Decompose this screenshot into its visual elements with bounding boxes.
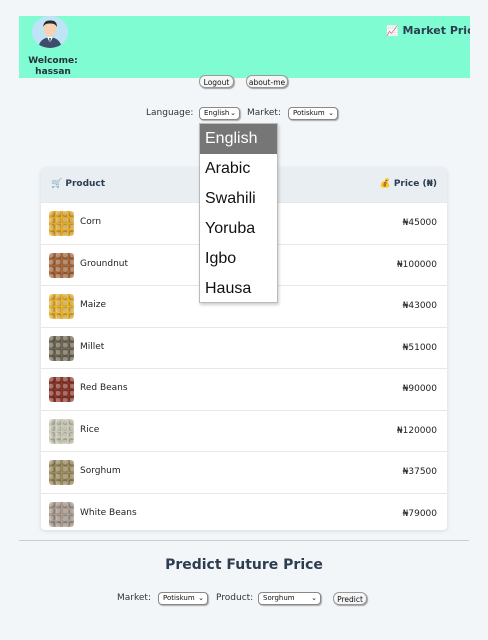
header-bar: Welcome: hassan 📈Market Price	[19, 16, 470, 78]
product-name: Maize	[80, 300, 107, 310]
product-image-icon	[49, 211, 74, 236]
product-price: ₦43000	[402, 301, 437, 311]
product-image-icon	[49, 252, 74, 278]
chevron-down-icon: ⌄	[328, 109, 334, 117]
product-column-header: 🛒 Product	[51, 179, 105, 189]
product-name: Groundnut	[80, 258, 129, 269]
chevron-down-icon: ⌄	[311, 594, 317, 602]
product-image-icon	[49, 460, 74, 485]
language-select-value: English	[204, 109, 230, 117]
language-select[interactable]: English ⌄	[199, 107, 240, 120]
predict-product-label: Product:	[216, 593, 254, 603]
product-price: ₦37500	[402, 467, 437, 477]
language-option-hausa[interactable]: Hausa	[200, 274, 277, 304]
predict-title: Predict Future Price	[165, 557, 323, 573]
product-price: ₦120000	[396, 425, 437, 436]
user-avatar-icon	[32, 16, 68, 48]
page-title-text: Market Price	[402, 24, 470, 37]
predict-market-select[interactable]: Potiskum ⌄	[158, 592, 208, 605]
table-row: Sorghum ₦37500	[41, 451, 447, 492]
product-header-label: Product	[65, 179, 106, 189]
logout-button[interactable]: Logout	[199, 75, 234, 88]
money-bag-icon: 💰	[379, 179, 391, 189]
table-row: Red Beans ₦90000	[41, 368, 447, 409]
price-column-header: 💰 Price (₦)	[379, 179, 437, 189]
table-row: Millet ₦51000	[41, 326, 447, 368]
welcome-text: Welcome: hassan	[19, 56, 87, 78]
divider	[19, 540, 469, 541]
welcome-label: Welcome:	[28, 56, 78, 66]
page-title: 📈Market Price	[386, 24, 470, 37]
about-me-button[interactable]: about-me	[246, 75, 288, 88]
chart-up-icon: 📈	[386, 26, 399, 37]
predict-market-value: Potiskum	[163, 594, 195, 602]
language-label: Language:	[146, 108, 194, 118]
product-name: Rice	[80, 424, 100, 435]
table-row: White Beans ₦79000	[41, 492, 447, 531]
cart-icon: 🛒	[51, 179, 63, 189]
product-image-icon	[49, 377, 74, 402]
predict-button[interactable]: Predict	[333, 592, 367, 605]
product-price: ₦90000	[402, 384, 437, 394]
predict-product-value: Sorghum	[263, 594, 295, 602]
language-option-igbo[interactable]: Igbo	[200, 244, 277, 274]
chevron-down-icon: ⌄	[198, 594, 204, 602]
product-name: White Beans	[80, 507, 137, 518]
predict-market-label: Market:	[117, 593, 151, 603]
product-image-icon	[49, 418, 74, 444]
product-price: ₦100000	[396, 259, 437, 270]
chevron-down-icon: ⌄	[230, 109, 236, 117]
product-price: ₦45000	[402, 218, 437, 228]
predict-product-select[interactable]: Sorghum ⌄	[258, 592, 321, 605]
language-option-yoruba[interactable]: Yoruba	[200, 214, 277, 244]
price-header-label: Price (₦)	[393, 179, 437, 189]
product-name: Red Beans	[80, 383, 128, 393]
language-option-english[interactable]: English	[200, 124, 277, 154]
language-dropdown[interactable]: English Arabic Swahili Yoruba Igbo Hausa	[199, 123, 278, 303]
market-select-value: Potiskum	[293, 109, 325, 117]
market-select[interactable]: Potiskum ⌄	[288, 107, 338, 120]
language-option-arabic[interactable]: Arabic	[200, 154, 277, 184]
product-name: Millet	[80, 341, 105, 352]
table-row: Rice ₦120000	[41, 409, 447, 451]
product-image-icon	[49, 335, 74, 361]
username: hassan	[35, 67, 71, 77]
product-price: ₦79000	[402, 508, 437, 519]
product-price: ₦51000	[402, 342, 437, 353]
language-option-swahili[interactable]: Swahili	[200, 184, 277, 214]
product-image-icon	[49, 501, 74, 527]
product-name: Corn	[80, 217, 102, 227]
market-label: Market:	[247, 108, 281, 118]
product-name: Sorghum	[80, 466, 121, 476]
product-image-icon	[49, 294, 74, 319]
